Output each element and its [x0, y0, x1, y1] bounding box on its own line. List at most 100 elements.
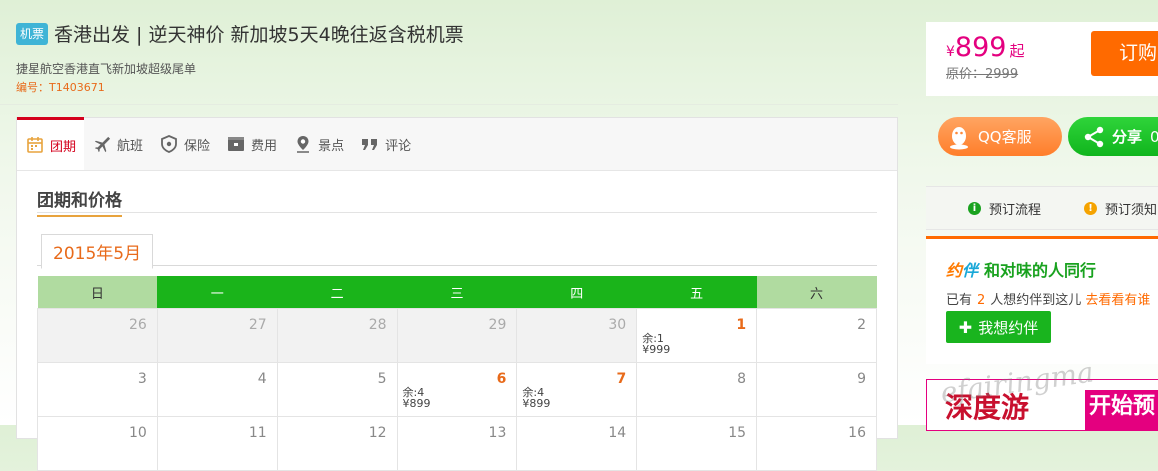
weekday-header-row: 日 一 二 三 四 五 六	[37, 276, 877, 309]
companion-link[interactable]: 去看看有谁	[1085, 293, 1150, 308]
share-label: 分享	[1112, 128, 1143, 146]
calendar-day-number: 4	[257, 371, 267, 387]
calendar-week-row: 3 4 5 6 余:4 ¥899 7 余:4 ¥899 8 9	[37, 362, 877, 417]
calendar-day-cell: 9	[756, 362, 877, 417]
calendar-day-number: 29	[488, 317, 507, 333]
calendar-day-number: 2	[857, 317, 866, 333]
companion-logo-a: 约	[946, 261, 963, 280]
booking-notice-link[interactable]: ! 预订须知	[1084, 199, 1157, 218]
tab-attractions[interactable]: 景点	[285, 118, 352, 170]
calendar-day-cell: 4	[156, 362, 278, 417]
share-icon	[1082, 125, 1106, 149]
day-price: ¥899	[402, 397, 431, 410]
booking-info-bar: i 预订流程 ! 预订须知	[926, 186, 1158, 230]
calendar-day-number: 3	[137, 371, 147, 387]
calendar-day-number: 6	[496, 371, 507, 387]
tab-label: 保险	[184, 138, 211, 154]
section-divider	[37, 212, 877, 213]
calendar-day-cell: 27	[156, 308, 278, 363]
info-icon: i	[968, 202, 981, 215]
category-badge: 机票	[16, 22, 49, 45]
calendar-week-row: 26 27 28 29 30 1 余:1 ¥999 2	[37, 308, 877, 363]
qq-penguin-icon	[946, 124, 972, 150]
quote-icon	[360, 134, 380, 154]
calendar-day-cell: 28	[276, 308, 398, 363]
calendar-day-cell: 3	[37, 362, 158, 417]
weekday-sat: 六	[756, 276, 877, 309]
weekday-wed: 三	[397, 276, 517, 309]
title-row: 机票 香港出发 | 逆天神价 新加坡5天4晚往返含税机票	[16, 20, 464, 47]
weekday-mon: 一	[157, 276, 278, 309]
tab-schedule[interactable]: 团期	[17, 117, 85, 170]
tab-comments[interactable]: 评论	[352, 118, 419, 170]
calendar-day-cell: 26	[37, 308, 158, 363]
companion-count: 2	[977, 293, 986, 308]
price-value: 899	[954, 32, 1007, 63]
weekday-fri: 五	[636, 276, 757, 309]
currency-symbol: ¥	[946, 44, 955, 60]
weekday-thu: 四	[516, 276, 637, 309]
location-pin-icon	[293, 134, 313, 154]
calendar-day-cell: 30	[516, 308, 638, 363]
tour-detail-panel: 团期 航班 保险 费用 景点 评论 团期和价格 2015年5月 日 一 二 三 …	[16, 117, 898, 471]
detail-tab-bar: 团期 航班 保险 费用 景点 评论	[17, 117, 897, 171]
day-price: ¥899	[522, 397, 551, 410]
month-tab-underline	[37, 265, 877, 266]
calendar-day-number: 11	[248, 425, 267, 441]
product-title: 香港出发 | 逆天神价 新加坡5天4晚往返含税机票	[54, 24, 464, 46]
warning-icon: !	[1084, 202, 1097, 215]
header-divider	[0, 104, 898, 105]
calendar-day-number: 16	[848, 425, 866, 441]
plane-icon	[92, 134, 112, 154]
want-companion-label: 我想约伴	[978, 318, 1039, 337]
calendar-day-cell: 8	[636, 362, 758, 417]
booking-notice-label: 预订须知	[1105, 203, 1158, 218]
companion-prefix: 已有	[946, 293, 973, 308]
calendar-day-number: 7	[616, 371, 627, 387]
calendar-day-cell[interactable]: 6 余:4 ¥899	[396, 362, 518, 417]
tab-label: 评论	[385, 138, 412, 154]
share-button[interactable]: 分享 0	[1068, 117, 1158, 156]
calendar-day-number: 5	[377, 371, 387, 387]
price-suffix: 起	[1009, 42, 1025, 60]
month-tab[interactable]: 2015年5月	[41, 234, 154, 269]
price-display: ¥899 起	[946, 32, 1024, 63]
share-count: 0	[1150, 127, 1158, 146]
calendar-day-cell: 29	[396, 308, 518, 363]
plus-icon: ✚	[958, 317, 973, 337]
product-subtitle: 捷星航空香港直飞新加坡超级尾单	[16, 62, 197, 76]
tab-flight[interactable]: 航班	[84, 118, 151, 170]
companion-title: 约伴 和对味的人同行	[946, 257, 1096, 281]
calendar-day-number: 14	[608, 425, 627, 441]
calendar-day-cell: 2	[756, 308, 877, 363]
tab-insurance[interactable]: 保险	[151, 118, 218, 170]
booking-process-link[interactable]: i 预订流程	[968, 199, 1041, 218]
banner-right-text: 开始预	[1085, 390, 1158, 430]
calendar-day-cell[interactable]: 1 余:1 ¥999	[636, 308, 758, 363]
qq-service-label: QQ客服	[978, 128, 1032, 146]
calendar-day-number: 8	[737, 371, 747, 387]
calendar-day-number: 10	[129, 425, 147, 441]
tab-cost[interactable]: 费用	[218, 118, 285, 170]
tab-label: 航班	[117, 138, 144, 154]
calendar-day-number: 13	[488, 425, 507, 441]
wallet-icon	[226, 134, 246, 154]
calendar-day-cell[interactable]: 7 余:4 ¥899	[516, 362, 638, 417]
companion-title-text: 和对味的人同行	[984, 261, 1097, 280]
calendar-day-number: 26	[129, 317, 147, 333]
calendar-icon	[25, 135, 45, 155]
day-price: ¥999	[642, 343, 671, 356]
want-companion-button[interactable]: ✚ 我想约伴	[946, 311, 1051, 343]
companion-count-line: 已有 2 人想约伴到这儿 去看看有谁	[946, 289, 1150, 308]
booking-process-label: 预订流程	[989, 203, 1042, 218]
product-code: 编号：T1403671	[16, 81, 105, 94]
qq-service-button[interactable]: QQ客服	[938, 117, 1062, 156]
companion-logo-b: 伴	[962, 261, 979, 280]
tab-label: 费用	[251, 138, 278, 154]
shield-icon	[159, 134, 179, 154]
order-button[interactable]: 订购	[1091, 31, 1158, 76]
companion-suffix: 人想约伴到这儿	[990, 293, 1082, 308]
original-price: 原价：2999	[946, 67, 1019, 82]
calendar-day-number: 9	[857, 371, 866, 387]
tab-label: 景点	[318, 138, 345, 154]
